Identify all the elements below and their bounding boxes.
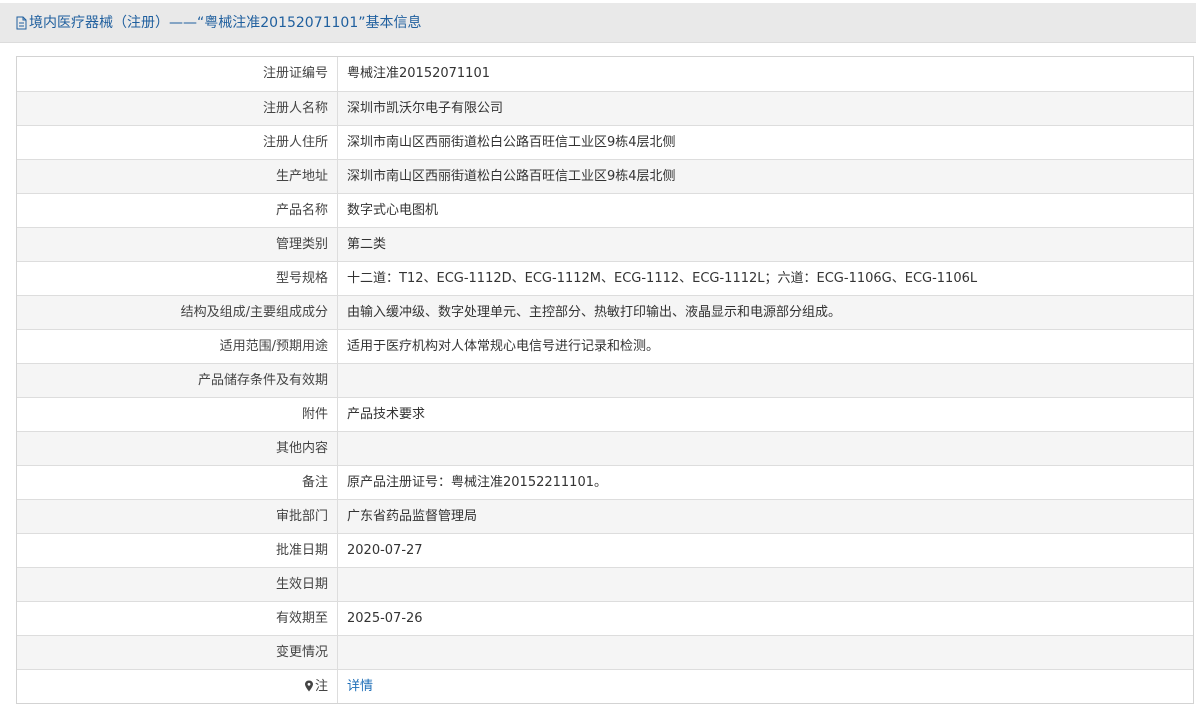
row-label: 变更情况	[17, 634, 338, 669]
row-label: 审批部门	[17, 498, 338, 533]
page-header: 境内医疗器械（注册）——“粤械注准20152071101”基本信息	[0, 3, 1196, 43]
row-label: 附件	[17, 396, 338, 431]
row-label: 有效期至	[17, 600, 338, 635]
table-row: 附件 产品技术要求	[17, 396, 1193, 431]
row-value: 十二道：T12、ECG-1112D、ECG-1112M、ECG-1112、ECG…	[337, 260, 1193, 295]
table-row: 适用范围/预期用途 适用于医疗机构对人体常规心电信号进行记录和检测。	[17, 328, 1193, 363]
page-title: 境内医疗器械（注册）——“粤械注准20152071101”基本信息	[29, 15, 422, 31]
table-row: 管理类别 第二类	[17, 226, 1193, 261]
row-label: 其他内容	[17, 430, 338, 465]
note-value-cell: 详情	[337, 668, 1193, 703]
row-label: 生效日期	[17, 566, 338, 601]
row-value: 2020-07-27	[337, 532, 1193, 567]
row-value: 深圳市南山区西丽街道松白公路百旺信工业区9栋4层北侧	[337, 124, 1193, 159]
table-row: 注册证编号 粤械注准20152071101	[17, 57, 1193, 91]
pin-icon	[304, 680, 313, 692]
details-link[interactable]: 详情	[347, 679, 373, 694]
row-value: 第二类	[337, 226, 1193, 261]
table-row: 注册人住所 深圳市南山区西丽街道松白公路百旺信工业区9栋4层北侧	[17, 124, 1193, 159]
table-row: 生效日期	[17, 566, 1193, 601]
row-label: 注册人名称	[17, 90, 338, 125]
row-value: 广东省药品监督管理局	[337, 498, 1193, 533]
row-label: 管理类别	[17, 226, 338, 261]
row-label: 注册人住所	[17, 124, 338, 159]
note-row: 注 详情	[17, 668, 1193, 703]
row-value	[337, 634, 1193, 669]
row-value: 由输入缓冲级、数字处理单元、主控部分、热敏打印输出、液晶显示和电源部分组成。	[337, 294, 1193, 329]
row-label: 适用范围/预期用途	[17, 328, 338, 363]
row-label: 生产地址	[17, 158, 338, 193]
table-row: 生产地址 深圳市南山区西丽街道松白公路百旺信工业区9栋4层北侧	[17, 158, 1193, 193]
note-label-cell: 注	[17, 668, 338, 703]
table-row: 产品储存条件及有效期	[17, 362, 1193, 397]
row-value: 粤械注准20152071101	[337, 57, 1193, 91]
row-value	[337, 566, 1193, 601]
row-label: 产品名称	[17, 192, 338, 227]
row-value: 产品技术要求	[337, 396, 1193, 431]
document-icon	[16, 16, 27, 30]
row-value: 原产品注册证号：粤械注准20152211101。	[337, 464, 1193, 499]
row-label: 批准日期	[17, 532, 338, 567]
row-value: 数字式心电图机	[337, 192, 1193, 227]
row-value: 2025-07-26	[337, 600, 1193, 635]
table-row: 批准日期 2020-07-27	[17, 532, 1193, 567]
row-label: 备注	[17, 464, 338, 499]
table-row: 审批部门 广东省药品监督管理局	[17, 498, 1193, 533]
table-row: 备注 原产品注册证号：粤械注准20152211101。	[17, 464, 1193, 499]
row-label: 注册证编号	[17, 57, 338, 91]
table-row: 变更情况	[17, 634, 1193, 669]
table-row: 注册人名称 深圳市凯沃尔电子有限公司	[17, 90, 1193, 125]
row-value: 适用于医疗机构对人体常规心电信号进行记录和检测。	[337, 328, 1193, 363]
info-table: 注册证编号 粤械注准20152071101 注册人名称 深圳市凯沃尔电子有限公司 注…	[16, 56, 1194, 704]
row-label: 结构及组成/主要组成成分	[17, 294, 338, 329]
row-label: 型号规格	[17, 260, 338, 295]
row-value	[337, 362, 1193, 397]
row-value: 深圳市南山区西丽街道松白公路百旺信工业区9栋4层北侧	[337, 158, 1193, 193]
table-row: 结构及组成/主要组成成分 由输入缓冲级、数字处理单元、主控部分、热敏打印输出、液晶…	[17, 294, 1193, 329]
table-row: 有效期至 2025-07-26	[17, 600, 1193, 635]
row-value: 深圳市凯沃尔电子有限公司	[337, 90, 1193, 125]
row-label: 产品储存条件及有效期	[17, 362, 338, 397]
table-row: 产品名称 数字式心电图机	[17, 192, 1193, 227]
note-label: 注	[314, 678, 328, 694]
table-row: 型号规格 十二道：T12、ECG-1112D、ECG-1112M、ECG-1112…	[17, 260, 1193, 295]
table-row: 其他内容	[17, 430, 1193, 465]
row-value	[337, 430, 1193, 465]
